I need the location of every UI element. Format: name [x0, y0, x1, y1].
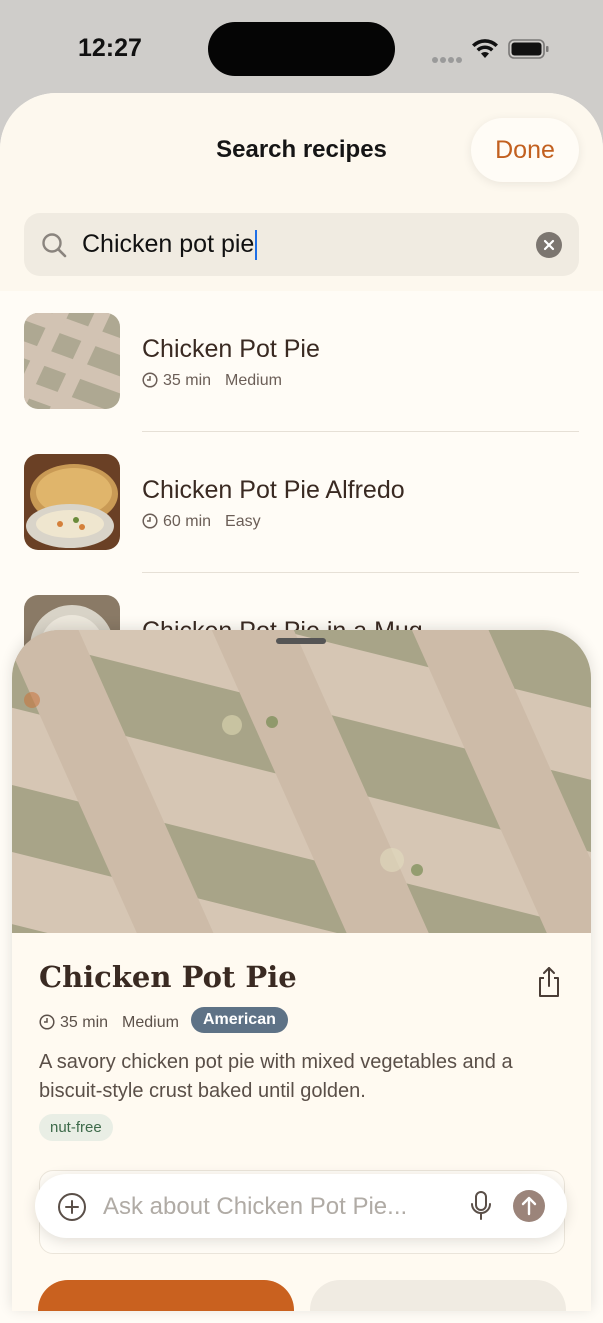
recipe-difficulty: Medium	[122, 1014, 179, 1032]
search-input[interactable]: Chicken pot pie	[82, 230, 258, 261]
result-title: Chicken Pot Pie Alfredo	[142, 476, 405, 504]
clock-icon	[142, 513, 158, 534]
divider	[142, 572, 579, 573]
recipe-time: 35 min	[60, 1014, 109, 1032]
result-time: 35 min	[163, 372, 212, 389]
recipe-description: A savory chicken pot pie with mixed vege…	[39, 1051, 513, 1102]
dietary-tag: nut-free	[39, 1114, 113, 1141]
send-arrow-icon[interactable]	[513, 1190, 545, 1222]
recipe-meta: 35 min Medium American	[39, 1007, 288, 1036]
result-difficulty: Easy	[225, 513, 261, 530]
result-time: 60 min	[163, 513, 212, 530]
microphone-icon[interactable]	[469, 1190, 493, 1227]
divider	[142, 431, 579, 432]
search-input-value: Chicken pot pie	[82, 230, 255, 258]
clock-icon	[39, 1014, 55, 1035]
recipe-title: Chicken Pot Pie	[39, 960, 297, 994]
wifi-icon	[470, 38, 500, 65]
clear-icon[interactable]	[536, 232, 562, 258]
done-button[interactable]: Done	[471, 118, 579, 182]
clock-icon	[142, 372, 158, 393]
status-bar: 12:27	[0, 0, 603, 95]
search-field[interactable]: Chicken pot pie	[24, 213, 579, 276]
dynamic-island	[208, 22, 395, 76]
primary-action-button[interactable]	[38, 1280, 294, 1311]
result-meta: 60 min Easy	[142, 513, 261, 534]
recipe-detail-sheet: Chicken Pot Pie 35 min Medium American A s…	[12, 630, 591, 1311]
recipe-thumbnail	[24, 313, 120, 409]
battery-icon	[508, 39, 550, 64]
ask-bar: Ask about Chicken Pot Pie...	[35, 1174, 567, 1238]
result-row[interactable]: Chicken Pot Pie 35 min Medium	[0, 293, 603, 433]
result-difficulty: Medium	[225, 372, 282, 389]
text-caret	[255, 230, 258, 261]
sheet-header: Search recipes Done Chicken pot pie	[0, 93, 603, 291]
result-row[interactable]: Chicken Pot Pie Alfredo 60 min Easy	[0, 434, 603, 574]
sheet-grabber[interactable]	[276, 638, 326, 644]
status-time: 12:27	[78, 34, 142, 62]
result-title: Chicken Pot Pie	[142, 335, 320, 363]
recipe-hero-image	[12, 630, 591, 1083]
share-icon[interactable]	[536, 966, 562, 1003]
search-icon	[40, 231, 68, 264]
recipe-thumbnail	[24, 454, 120, 550]
plus-icon[interactable]	[57, 1192, 87, 1227]
ask-input[interactable]: Ask about Chicken Pot Pie...	[103, 1193, 407, 1221]
result-meta: 35 min Medium	[142, 372, 282, 393]
signal-icon	[432, 50, 464, 68]
secondary-action-button[interactable]	[310, 1280, 566, 1311]
cuisine-badge: American	[190, 1007, 288, 1033]
